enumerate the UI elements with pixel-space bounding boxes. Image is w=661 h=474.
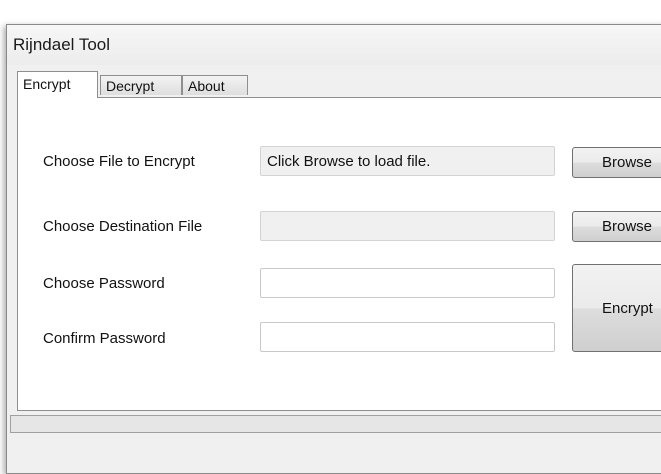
browse-source-button[interactable]: Browse [572,147,661,178]
tab-decrypt[interactable]: Decrypt [100,75,182,95]
tab-encrypt[interactable]: Encrypt [17,71,98,98]
confirm-password-label: Confirm Password [43,330,166,347]
tab-decrypt-label: Decrypt [106,78,155,94]
destination-file-label: Choose Destination File [43,218,203,235]
source-file-field[interactable] [260,146,555,176]
rijndael-tool-window: Rijndael Tool Encrypt Decrypt About Choo… [6,24,661,474]
window-title: Rijndael Tool [13,35,111,54]
tab-about-label: About [188,78,225,94]
tab-encrypt-label: Encrypt [23,76,71,92]
status-bar [10,415,661,433]
destination-file-field[interactable] [260,211,555,241]
encrypt-button[interactable]: Encrypt [572,264,661,352]
password-input[interactable] [260,268,555,298]
title-bar[interactable]: Rijndael Tool [7,25,661,65]
browse-destination-button[interactable]: Browse [572,211,661,242]
choose-password-label: Choose Password [43,275,165,292]
confirm-password-input[interactable] [260,322,555,352]
encrypt-tab-page: Choose File to Encrypt Browse Choose Des… [17,97,661,411]
choose-file-label: Choose File to Encrypt [43,153,195,170]
tab-about[interactable]: About [182,75,248,95]
